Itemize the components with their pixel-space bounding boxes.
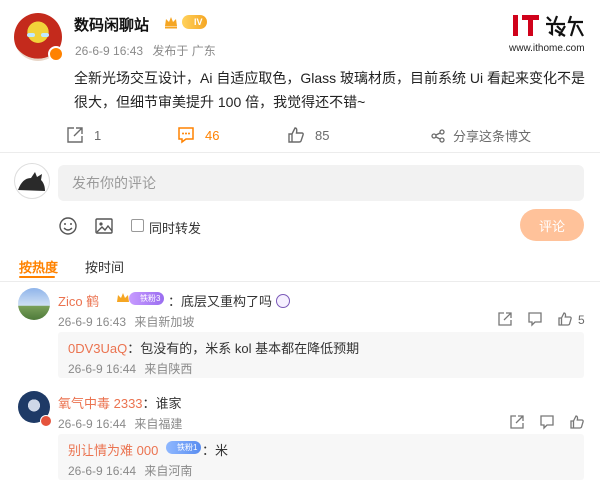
repost-icon[interactable] [497, 311, 513, 327]
user-level-badge: IV [182, 15, 207, 29]
repost-checkbox[interactable] [131, 219, 144, 232]
submit-comment-button[interactable]: 评论 [520, 209, 584, 241]
reply-date: 26-6-9 16:44 [68, 362, 137, 376]
cat-silhouette-icon [18, 172, 45, 191]
comment-date: 26-6-9 16:44 [58, 417, 127, 431]
comment-location: 来自新加坡 [134, 315, 195, 329]
crown-icon [117, 293, 129, 302]
comment-line: Zico 鹤 [58, 291, 99, 311]
reply-author[interactable]: 0DV3UaQ [68, 341, 127, 356]
reply-date: 26-6-9 16:44 [68, 464, 137, 478]
like-count: 85 [315, 127, 330, 143]
comment-text: ：谁家 [142, 396, 182, 411]
fan-badge: 铁粉3 [129, 292, 165, 305]
comment-input[interactable] [58, 165, 584, 201]
crown-icon [165, 17, 177, 29]
comment-date: 26-6-9 16:43 [58, 315, 127, 329]
avatar-eye [27, 33, 35, 37]
reply-text: ：包没有的，米系 kol 基本都在降低预期 [127, 341, 360, 356]
repost-icon[interactable] [509, 414, 525, 430]
share-button[interactable]: 分享这条博文 [431, 126, 531, 145]
comment-line: 氧气中毒 2333：谁家 [58, 393, 182, 412]
thumb-up-icon[interactable] [557, 311, 573, 327]
comment-icon[interactable] [527, 311, 543, 327]
reply-text: ：米 [202, 443, 229, 458]
post-author-name[interactable]: 数码闲聊站 [74, 14, 149, 35]
ghost-emoji-icon [275, 294, 290, 308]
comment-icon [178, 127, 194, 144]
comment-avatar[interactable] [18, 288, 50, 320]
reply-meta: 26-6-9 16:44 来自陕西 [68, 360, 197, 377]
reply-line: 别让情为难 000 [68, 440, 158, 459]
reply-line: 0DV3UaQ：包没有的，米系 kol 基本都在降低预期 [68, 338, 359, 357]
ithome-url: www.ithome.com [509, 43, 585, 54]
reply-box: 0DV3UaQ：包没有的，米系 kol 基本都在降低预期 26-6-9 16:4… [58, 332, 584, 378]
reply-author[interactable]: 别让情为难 000 [68, 443, 158, 458]
comment-author[interactable]: 氧气中毒 2333 [58, 396, 143, 411]
post-date[interactable]: 26-6-9 16:43 [75, 44, 143, 58]
reply-meta: 26-6-9 16:44 来自河南 [68, 462, 197, 479]
tab-sort-by-time[interactable]: 按时间 [85, 257, 124, 276]
reply-box: 别让情为难 000 铁粉1 ：米 26-6-9 16:44 来自河南 [58, 434, 584, 480]
comment-count: 46 [205, 127, 220, 143]
reply-location: 来自陕西 [144, 362, 193, 376]
share-icon [431, 128, 445, 143]
post-meta: 26-6-9 16:43 发布于 广东 [75, 42, 222, 59]
comment-button[interactable]: 46 [177, 126, 219, 144]
comment-meta: 26-6-9 16:43 来自新加坡 [58, 313, 199, 330]
fan-badge: 铁粉1 [166, 441, 202, 454]
comment-location: 来自福建 [134, 417, 183, 431]
share-label: 分享这条博文 [453, 129, 532, 144]
like-button[interactable]: 85 [287, 126, 329, 144]
comment-meta: 26-6-9 16:44 来自福建 [58, 415, 187, 432]
divider [0, 152, 600, 153]
tab-sort-by-hot[interactable]: 按热度 [19, 257, 58, 276]
image-icon[interactable] [94, 216, 114, 236]
member-badge-icon [40, 415, 52, 427]
repost-count: 1 [94, 127, 102, 143]
repost-button[interactable]: 1 [66, 126, 101, 144]
repost-checkbox-label: 同时转发 [149, 221, 202, 236]
ithome-logo-icon [513, 15, 584, 37]
repost-icon [67, 127, 83, 143]
comment-icon[interactable] [539, 414, 555, 430]
post-text: 全新光场交互设计，Ai 自适应取色，Glass 玻璃材质，目前系统 Ui 看起来… [74, 70, 586, 110]
comment-like-count: 5 [578, 313, 585, 327]
avatar-eye [41, 33, 49, 37]
smiley-icon[interactable] [58, 216, 78, 236]
comment-text-body: ：底层又重构了吗 [168, 294, 273, 309]
active-tab-indicator [19, 276, 55, 278]
thumb-up-icon[interactable] [569, 414, 585, 430]
comment-text: ：底层又重构了吗 [168, 291, 290, 310]
divider [0, 281, 600, 282]
post-source: 发布于 广东 [152, 44, 216, 58]
current-user-avatar[interactable] [14, 163, 50, 199]
comment-author[interactable]: Zico 鹤 [58, 294, 99, 309]
reply-location: 来自河南 [144, 464, 193, 478]
verified-badge-icon [48, 46, 64, 62]
thumb-up-icon [288, 127, 304, 143]
